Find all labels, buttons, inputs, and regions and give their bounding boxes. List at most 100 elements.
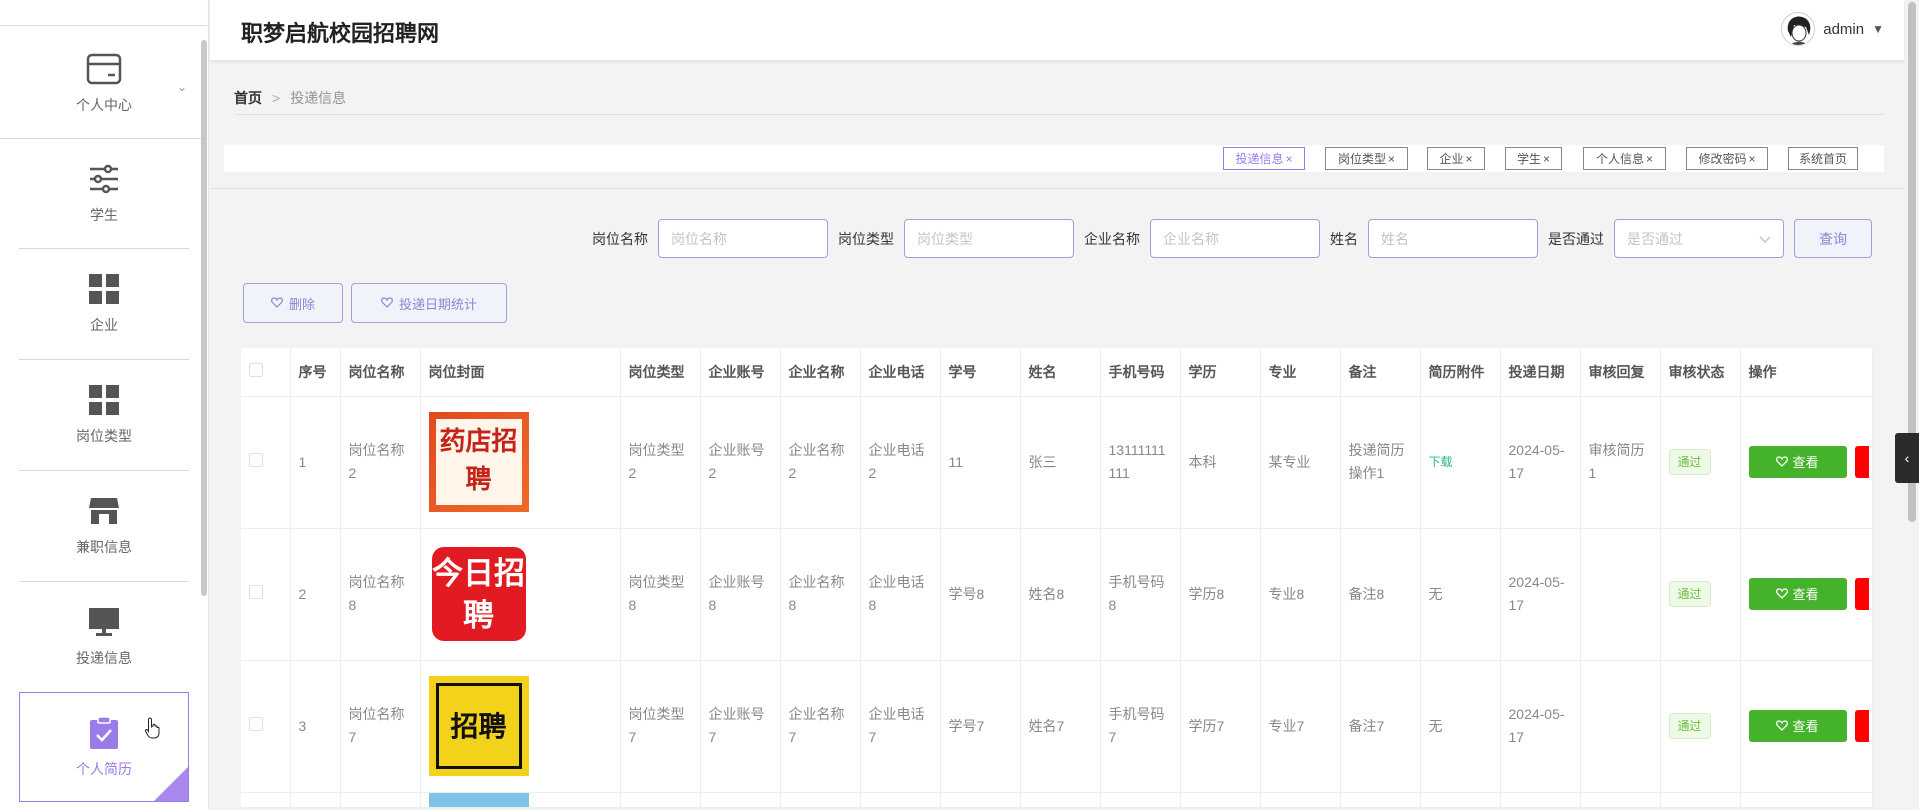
user-menu[interactable]: admin ▼ [1781, 12, 1884, 46]
close-icon[interactable]: × [1466, 152, 1473, 166]
select-all-cell[interactable] [241, 348, 291, 397]
status-badge: 通过 [1668, 449, 1711, 475]
name-input[interactable] [1368, 219, 1538, 258]
table-row [241, 792, 1873, 808]
cell-company-name: 企业名称2 [780, 396, 861, 529]
cell-company-account: 企业账号7 [700, 660, 781, 793]
sidebar-item-label: 学生 [90, 207, 118, 223]
row-select-cell[interactable] [241, 660, 291, 793]
view-button[interactable]: 查看 [1748, 446, 1847, 478]
sidebar-item-delivery[interactable]: 投递信息 [19, 581, 189, 691]
tag-change-password[interactable]: 修改密码 × [1686, 147, 1768, 170]
status-badge: 通过 [1668, 581, 1711, 607]
cell-job-type: 岗位类型7 [620, 660, 701, 793]
cell-status: 通过 [1660, 660, 1741, 793]
close-icon[interactable]: × [1543, 152, 1550, 166]
breadcrumb-current: 投递信息 [290, 90, 347, 106]
breadcrumb-home[interactable]: 首页 [234, 88, 262, 108]
cell-actions: 查看 [1740, 528, 1873, 661]
job-name-input[interactable] [658, 219, 828, 258]
sidebar-scrollbar[interactable] [201, 40, 207, 596]
cell-company-phone: 企业电话8 [860, 528, 941, 661]
delete-row-button[interactable] [1854, 578, 1869, 610]
sliders-icon [86, 161, 122, 197]
cell-company-name: 企业名称8 [780, 528, 861, 661]
column-header: 岗位名称 [340, 348, 421, 397]
tag-label: 岗位类型 [1337, 152, 1386, 166]
search-label-company-name: 企业名称 [1084, 231, 1140, 247]
sidebar-item-label: 岗位类型 [76, 428, 132, 444]
row-checkbox[interactable] [249, 452, 263, 467]
sidebar-item-resume[interactable]: 个人简历 [19, 692, 189, 802]
column-header: 审核状态 [1660, 348, 1741, 397]
sidebar-top-divider [0, 25, 207, 26]
chevron-down-icon: ⌄ [176, 80, 187, 94]
delivery-date-stats-button[interactable]: 投递日期统计 [351, 283, 507, 323]
job-cover-image: 药店招聘 [428, 412, 529, 512]
caret-down-icon: ▼ [1872, 22, 1884, 36]
cell-student-no: 学号7 [940, 660, 1021, 793]
delete-row-button[interactable] [1854, 710, 1869, 742]
sidebar-item-label: 个人简历 [76, 761, 132, 777]
table-header-row: 序号 岗位名称 岗位封面 岗位类型 企业账号 企业名称 企业电话 学号 姓名 手… [241, 348, 1873, 397]
column-header: 岗位封面 [420, 348, 621, 397]
heart-icon [381, 296, 393, 311]
tag-home[interactable]: 系统首页 [1788, 147, 1858, 170]
sidebar-item-personal-center[interactable]: 个人中心 ⌄ [19, 28, 189, 138]
row-select-cell[interactable] [241, 528, 291, 661]
page-scrollbar[interactable] [1905, 0, 1919, 810]
sidebar-item-label: 兼职信息 [76, 539, 132, 555]
collapse-panel-button[interactable]: ‹ [1895, 433, 1919, 483]
cell-attachment: 无 [1420, 528, 1501, 661]
delivery-table: 序号 岗位名称 岗位封面 岗位类型 企业账号 企业名称 企业电话 学号 姓名 手… [241, 348, 1873, 808]
heart-icon [271, 296, 283, 311]
tag-company[interactable]: 企业 × [1427, 147, 1485, 170]
heart-icon [1776, 583, 1789, 606]
column-header: 手机号码 [1100, 348, 1181, 397]
query-button[interactable]: 查询 [1794, 219, 1872, 258]
cell-reply: 审核简历1 [1580, 396, 1661, 529]
column-header: 岗位类型 [620, 348, 701, 397]
cover-text: 今日招聘 [431, 547, 526, 641]
tag-student[interactable]: 学生 × [1505, 147, 1562, 170]
close-icon[interactable]: × [1749, 152, 1756, 166]
view-button[interactable]: 查看 [1748, 710, 1847, 742]
view-button[interactable]: 查看 [1748, 578, 1847, 610]
tag-label: 个人信息 [1595, 152, 1644, 166]
clipboard-check-icon [86, 715, 122, 751]
close-icon[interactable]: × [1286, 152, 1293, 166]
close-icon[interactable]: × [1646, 152, 1653, 166]
cell-note: 备注8 [1340, 528, 1421, 661]
cell-attachment: 无 [1420, 660, 1501, 793]
cell-note: 备注7 [1340, 660, 1421, 793]
heart-icon [1776, 451, 1789, 474]
sidebar-item-company[interactable]: 企业 [19, 248, 189, 358]
row-select-cell[interactable] [241, 396, 291, 529]
company-name-input[interactable] [1150, 219, 1320, 258]
passed-select[interactable]: 是否通过 [1614, 219, 1784, 258]
cell-cover: 药店招聘 [420, 396, 621, 529]
column-header: 投递日期 [1500, 348, 1581, 397]
cell-mobile: 手机号码7 [1100, 660, 1181, 793]
tag-label: 企业 [1439, 152, 1464, 166]
select-all-checkbox[interactable] [249, 363, 263, 378]
row-checkbox[interactable] [249, 584, 263, 599]
row-checkbox[interactable] [249, 716, 263, 731]
job-cover-image [428, 792, 529, 806]
tag-personal-info[interactable]: 个人信息 × [1583, 147, 1666, 170]
cell-person-name: 姓名8 [1020, 528, 1101, 661]
delete-row-button[interactable] [1854, 446, 1869, 478]
delete-button[interactable]: 删除 [243, 283, 343, 323]
sidebar-item-student[interactable]: 学生 [19, 138, 189, 248]
view-label: 查看 [1792, 454, 1819, 470]
download-link[interactable]: 下载 [1429, 455, 1453, 469]
tag-delivery[interactable]: 投递信息 × [1223, 147, 1305, 170]
cell-person-name: 姓名7 [1020, 660, 1101, 793]
sidebar-item-job-type[interactable]: 岗位类型 [19, 359, 189, 469]
view-label: 查看 [1792, 586, 1819, 602]
tag-job-type[interactable]: 岗位类型 × [1325, 147, 1408, 170]
search-label-job-name: 岗位名称 [592, 231, 648, 247]
job-type-input[interactable] [904, 219, 1074, 258]
close-icon[interactable]: × [1388, 152, 1395, 166]
sidebar-item-part-time[interactable]: 兼职信息 [19, 470, 189, 580]
